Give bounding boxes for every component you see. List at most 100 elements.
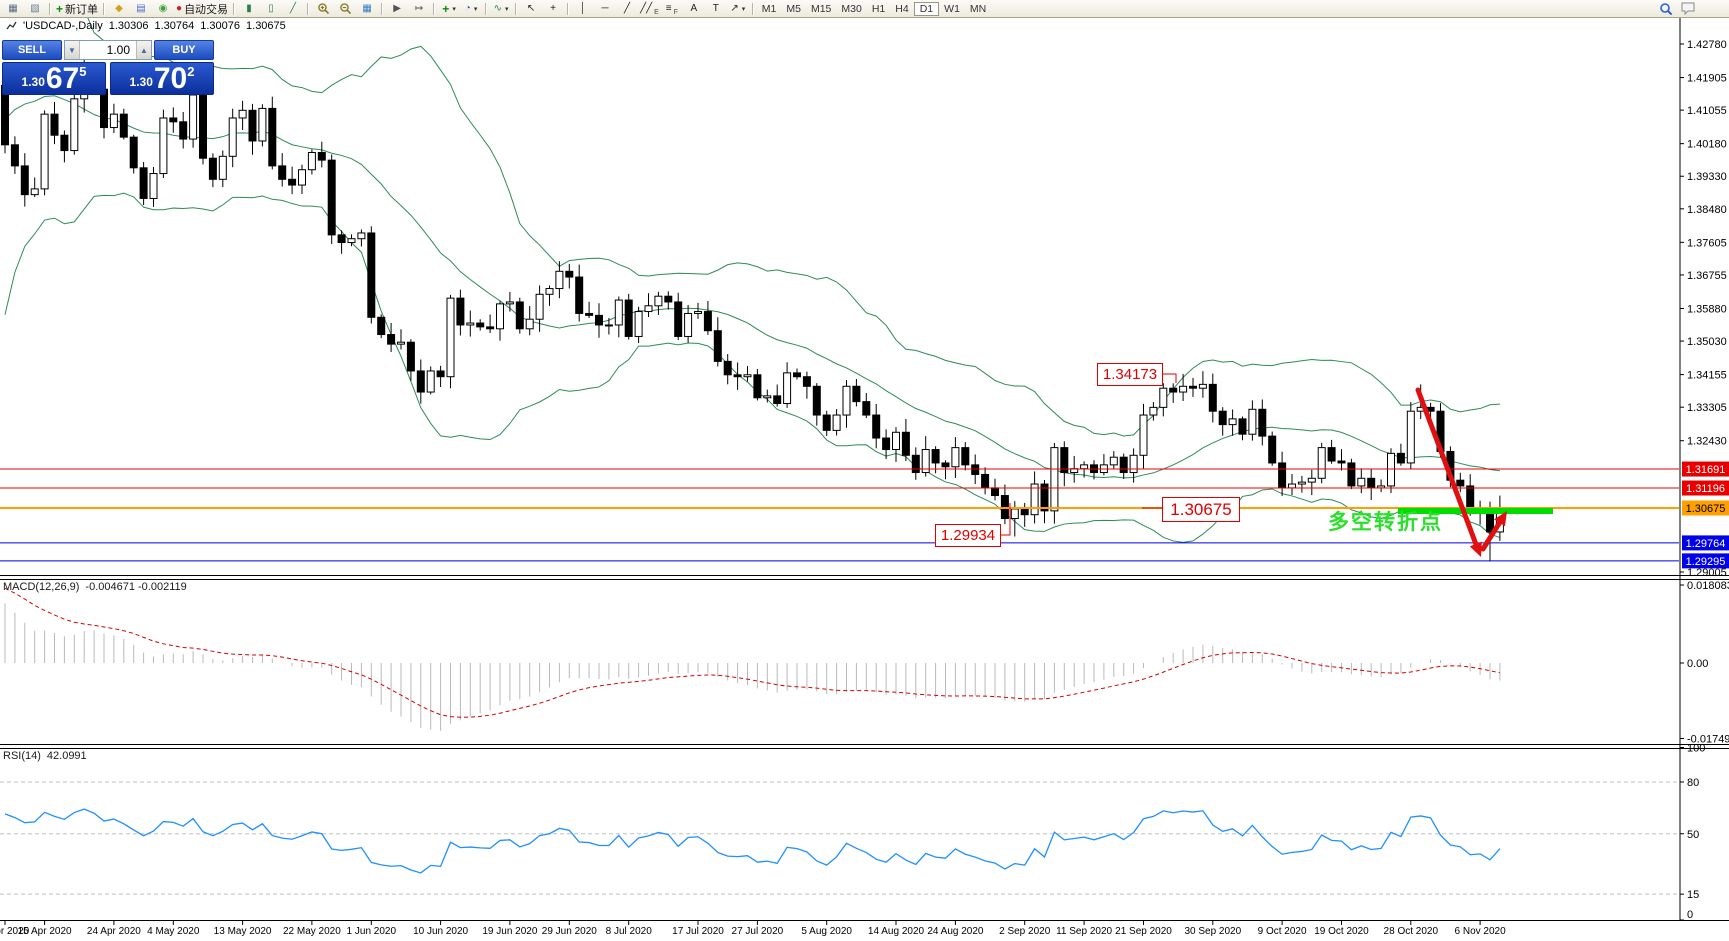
bollinger-lower[interactable] bbox=[4, 192, 1501, 543]
autotrade-button[interactable]: ● 自动交易 bbox=[174, 1, 230, 16]
volume-decrease-button[interactable]: ▼ bbox=[65, 41, 80, 59]
new-chart-button[interactable]: ▦ bbox=[2, 1, 24, 16]
text-button[interactable]: A bbox=[683, 1, 705, 16]
bollinger-upper[interactable] bbox=[5, 0, 1500, 437]
macd-values: -0.004671 -0.002119 bbox=[85, 581, 187, 593]
svg-text:30 Sep 2020: 30 Sep 2020 bbox=[1184, 926, 1241, 937]
bar-chart-icon: ▮ bbox=[246, 3, 252, 14]
macd-name: MACD(12,26,9) bbox=[3, 581, 80, 593]
volume-increase-button[interactable]: ▲ bbox=[136, 41, 151, 59]
macd-pane bbox=[4, 587, 1501, 731]
profiles-button[interactable]: ▧ bbox=[24, 1, 46, 16]
timeframe-MN[interactable]: MN bbox=[965, 2, 991, 16]
equidistant-channel-button[interactable]: ╱╱ E bbox=[638, 1, 661, 16]
data-window-button[interactable]: ▤ bbox=[130, 1, 152, 16]
chinese-annotation[interactable]: 多空转折点 bbox=[1328, 506, 1443, 536]
svg-text:1.33305: 1.33305 bbox=[1687, 402, 1727, 414]
equidistant-channel-icon-sub: E bbox=[654, 9, 659, 16]
svg-text:9 Oct 2020: 9 Oct 2020 bbox=[1258, 926, 1307, 937]
arrows-icon: ↗ bbox=[730, 3, 739, 14]
timeframe-W1[interactable]: W1 bbox=[939, 2, 965, 16]
svg-text:1.36755: 1.36755 bbox=[1687, 270, 1727, 282]
bid-price-display[interactable]: 1.30 67 5 bbox=[2, 62, 106, 95]
candlestick-chart-button[interactable]: ▯ bbox=[260, 1, 282, 16]
svg-text:1.31196: 1.31196 bbox=[1686, 483, 1725, 495]
toolbar-search-button[interactable] bbox=[1655, 1, 1677, 16]
tile-windows-button[interactable]: ▦ bbox=[356, 1, 378, 16]
price-label-box[interactable]: 1.29934 bbox=[935, 524, 1001, 547]
zoom-out-button[interactable] bbox=[334, 1, 356, 16]
new-order-button[interactable]: + 新订单 bbox=[54, 1, 100, 16]
autotrade-icon: ● bbox=[176, 3, 183, 14]
ask-prefix: 1.30 bbox=[129, 75, 153, 89]
svg-text:24 Apr 2020: 24 Apr 2020 bbox=[87, 926, 141, 937]
svg-text:1.39330: 1.39330 bbox=[1687, 171, 1727, 183]
fibonacci-button[interactable]: ≡ F bbox=[661, 1, 683, 16]
svg-text:17 Jul 2020: 17 Jul 2020 bbox=[672, 926, 724, 937]
zoom-out-icon bbox=[339, 3, 351, 15]
crosshair-button[interactable]: + bbox=[542, 1, 564, 16]
svg-text:8 Jul 2020: 8 Jul 2020 bbox=[606, 926, 653, 937]
svg-text:1.29764: 1.29764 bbox=[1686, 538, 1726, 550]
timeframe-M15[interactable]: M15 bbox=[806, 2, 836, 16]
template-button[interactable]: ∿ ▾ bbox=[490, 1, 512, 16]
rsi-line[interactable] bbox=[4, 808, 1501, 874]
chat-icon bbox=[1681, 2, 1694, 15]
svg-text:1.35030: 1.35030 bbox=[1687, 336, 1727, 348]
svg-text:1.42780: 1.42780 bbox=[1687, 39, 1727, 51]
bar-chart-button[interactable]: ▮ bbox=[238, 1, 260, 16]
toolbar-chat-button[interactable] bbox=[1677, 1, 1699, 16]
timeframe-M5[interactable]: M5 bbox=[781, 2, 806, 16]
price-badge-1.31691: 1.31691 bbox=[1682, 461, 1729, 477]
symbol-info: 'USDCAD-,Daily 1.30306 1.30764 1.30076 1… bbox=[6, 20, 286, 32]
vertical-line-button[interactable]: │ bbox=[572, 1, 594, 16]
svg-text:29 Jun 2020: 29 Jun 2020 bbox=[542, 926, 597, 937]
svg-text:1.38480: 1.38480 bbox=[1687, 204, 1727, 216]
text-label-button[interactable]: T bbox=[705, 1, 727, 16]
volume-input[interactable]: 1.00 bbox=[80, 41, 136, 59]
candlestick-chart-icon: ▯ bbox=[268, 3, 274, 14]
mt4-window: ▦ ▧ + 新订单 ◆ ▤ ◉ ● 自动交易 ▮ ▯ ╱ ▦ ▶ ↦ + ▾ ◔ ▾ ∿ ▾ ↖ + │ ─ ╱ ╱╱ E ≡ F A T ↗ ▾… bbox=[0, 0, 1729, 941]
svg-text:1.41905: 1.41905 bbox=[1687, 73, 1727, 85]
price-label-tail-1 bbox=[1161, 373, 1177, 383]
cursor-button[interactable]: ↖ bbox=[520, 1, 542, 16]
svg-text:1.31691: 1.31691 bbox=[1686, 464, 1726, 476]
chart-canvas: 1.42780 1.41905 1.41055 1.40180 1.39330 1.384… bbox=[0, 0, 1729, 937]
trendline-button[interactable]: ╱ bbox=[616, 1, 638, 16]
market-watch-button[interactable]: ◆ bbox=[108, 1, 130, 16]
horizontal-line-button[interactable]: ─ bbox=[594, 1, 616, 16]
arrows-button[interactable]: ↗ ▾ bbox=[727, 1, 749, 16]
timeframe-H1[interactable]: H1 bbox=[867, 2, 890, 16]
svg-text:22 May 2020: 22 May 2020 bbox=[283, 926, 341, 937]
toolbar-separator bbox=[567, 2, 570, 15]
ask-price-display[interactable]: 1.30 70 2 bbox=[110, 62, 214, 95]
macd-signal-line[interactable] bbox=[4, 587, 1500, 718]
bid-big-digits: 67 bbox=[45, 62, 80, 95]
template-icon: ∿ bbox=[493, 3, 502, 14]
svg-text:0.00: 0.00 bbox=[1687, 658, 1708, 670]
svg-text:0.018083: 0.018083 bbox=[1687, 580, 1729, 592]
line-chart-button[interactable]: ╱ bbox=[282, 1, 304, 16]
chart-shift-button[interactable]: ↦ bbox=[408, 1, 430, 16]
zoom-in-icon bbox=[317, 3, 329, 15]
timeframe-M30[interactable]: M30 bbox=[836, 2, 866, 16]
svg-text:28 Oct 2020: 28 Oct 2020 bbox=[1384, 926, 1439, 937]
timeframe-M1[interactable]: M1 bbox=[757, 2, 782, 16]
price-label-box[interactable]: 1.34173 bbox=[1097, 363, 1163, 386]
buy-button[interactable]: BUY bbox=[154, 40, 214, 60]
zoom-in-button[interactable] bbox=[312, 1, 334, 16]
text-label-icon: T bbox=[712, 3, 719, 14]
sell-button[interactable]: SELL bbox=[2, 40, 62, 60]
svg-text:2 Sep 2020: 2 Sep 2020 bbox=[999, 926, 1051, 937]
indicators-icon: + bbox=[442, 1, 450, 16]
periods-button[interactable]: ◔ ▾ bbox=[460, 1, 482, 16]
indicators-button[interactable]: + ▾ bbox=[438, 1, 460, 16]
timeframe-D1[interactable]: D1 bbox=[913, 1, 940, 16]
auto-scroll-button[interactable]: ▶ bbox=[386, 1, 408, 16]
svg-text:1.40180: 1.40180 bbox=[1687, 139, 1727, 151]
navigator-button[interactable]: ◉ bbox=[152, 1, 174, 16]
bid-pip-digit: 5 bbox=[79, 64, 87, 79]
toolbar-separator bbox=[49, 2, 51, 15]
price-label-box[interactable]: 1.30675 bbox=[1162, 497, 1240, 522]
timeframe-H4[interactable]: H4 bbox=[890, 2, 913, 16]
